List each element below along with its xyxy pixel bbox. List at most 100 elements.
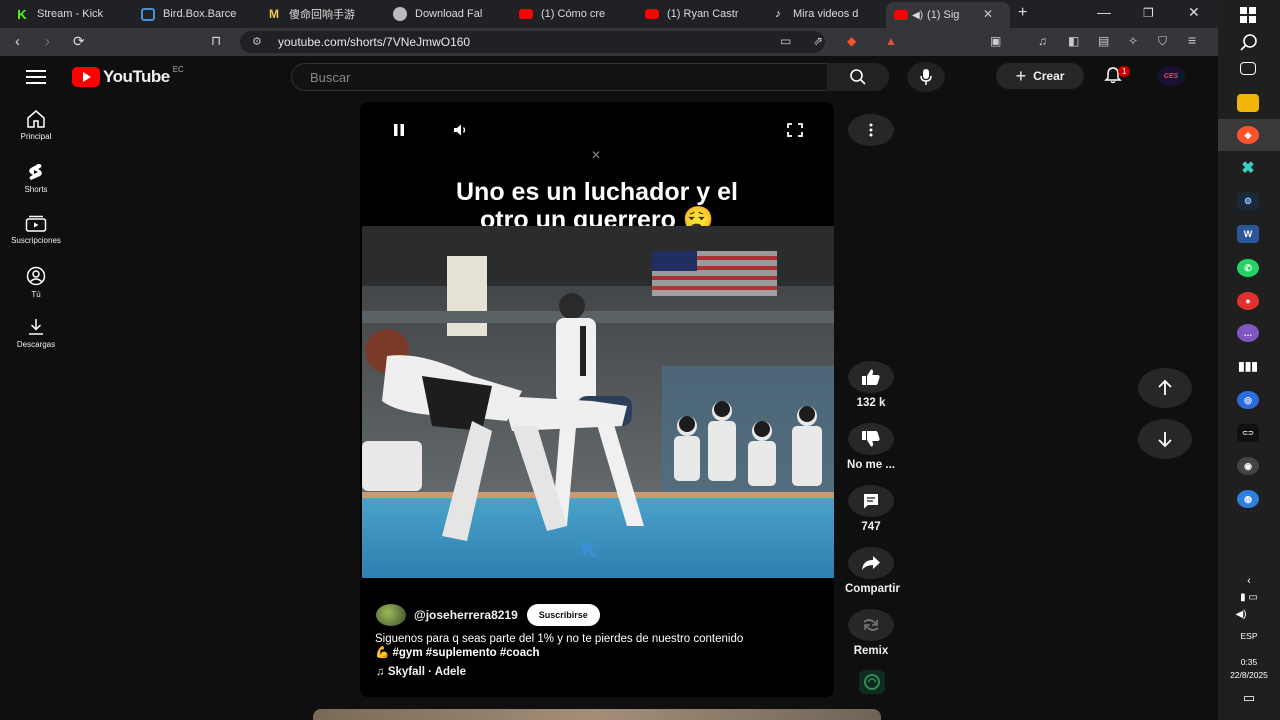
music-icon[interactable]: ♫: [1038, 34, 1047, 48]
browser-toolbar: ‹ › ⟳ ⊓ ⚙ youtube.com/shorts/7VNeJmwO160…: [0, 28, 1218, 56]
video-frame[interactable]: [362, 226, 834, 578]
next-short-preview[interactable]: [313, 709, 881, 720]
volume-icon[interactable]: [453, 123, 469, 137]
dislike-button[interactable]: No me ...: [845, 423, 897, 471]
word-icon[interactable]: W: [1237, 225, 1259, 243]
chat-app-icon[interactable]: …: [1237, 324, 1259, 342]
task-view-icon[interactable]: [1240, 62, 1256, 75]
show-hidden-icons-button[interactable]: ‹: [1218, 575, 1280, 587]
share-button[interactable]: Compartir: [845, 547, 900, 595]
voice-search-button[interactable]: [907, 62, 945, 92]
input-language[interactable]: ESP: [1218, 631, 1280, 641]
sidebar-item-label: Shorts: [24, 185, 48, 194]
youtube-logo[interactable]: YouTube EC: [72, 65, 184, 87]
obs-like-icon[interactable]: ⊂⊃: [1237, 424, 1259, 442]
sound-thumbnail[interactable]: [859, 670, 885, 694]
site-settings-icon[interactable]: ⚙: [252, 35, 262, 48]
vpn-icon[interactable]: ⛉: [1158, 34, 1167, 49]
restore-button[interactable]: ❐: [1143, 6, 1154, 20]
channel-avatar[interactable]: [376, 604, 406, 626]
shorts-player[interactable]: ✕ Uno es un luchador y el otro un guerre…: [360, 102, 834, 697]
recording-app-icon[interactable]: ◉: [1237, 457, 1259, 475]
tab-birdbox[interactable]: Bird.Box.Barce: [141, 3, 245, 25]
close-overlay-icon[interactable]: ✕: [591, 148, 601, 162]
hashtags[interactable]: 💪 #gym #suplemento #coach: [375, 646, 825, 660]
back-button[interactable]: ‹: [15, 33, 20, 50]
bookmark-icon[interactable]: ⊓: [211, 33, 221, 49]
channel-row: @joseherrera8219 Suscribirse: [376, 604, 600, 626]
comments-button[interactable]: 747: [845, 485, 897, 533]
account-avatar[interactable]: CES: [1157, 66, 1185, 86]
hamburger-menu-icon[interactable]: [26, 70, 46, 84]
cast-icon[interactable]: ▭: [780, 34, 791, 48]
notification-center-icon[interactable]: ▭: [1218, 690, 1280, 706]
clock-time[interactable]: 0:35: [1218, 657, 1280, 667]
windows-start-icon[interactable]: [1240, 7, 1256, 23]
microphone-icon: [920, 69, 932, 85]
sidebar-item-subscriptions[interactable]: Suscripciones: [0, 215, 72, 245]
fullscreen-icon[interactable]: [787, 123, 803, 137]
tab-youtube-1[interactable]: (1) Cómo cre: [519, 3, 623, 25]
new-tab-button[interactable]: +: [1018, 4, 1027, 22]
blue-app-icon[interactable]: ◍: [1237, 490, 1259, 508]
minimize-button[interactable]: —: [1097, 4, 1111, 20]
tab-tiktok[interactable]: ♪ Mira videos d: [771, 3, 875, 25]
more-options-button[interactable]: [845, 114, 897, 146]
address-bar[interactable]: ⚙ youtube.com/shorts/7VNeJmwO160: [240, 31, 825, 53]
search-button[interactable]: [827, 63, 889, 91]
close-window-button[interactable]: ✕: [1188, 4, 1200, 21]
sidebar-toggle-icon[interactable]: ▣: [990, 34, 1001, 48]
subscribe-button[interactable]: Suscribirse: [526, 604, 600, 626]
globe-app-icon[interactable]: ◎: [1237, 391, 1259, 409]
tiktok-icon: ♪: [775, 8, 781, 20]
search-input[interactable]: [308, 69, 812, 86]
share-label: Compartir: [845, 583, 900, 595]
sidebar-item-downloads[interactable]: Descargas: [0, 318, 72, 349]
menu-icon[interactable]: ≡: [1188, 32, 1196, 48]
clock-date[interactable]: 22/8/2025: [1218, 670, 1280, 680]
brave-shield-icon[interactable]: ◆: [847, 34, 856, 48]
rewards-icon[interactable]: ▲: [885, 34, 897, 48]
subscribe-label: Suscribirse: [538, 610, 588, 620]
shorts-icon: [29, 164, 42, 180]
create-label: Crear: [1033, 69, 1065, 83]
wallet-icon[interactable]: ▤: [1098, 34, 1109, 48]
audio-app-icon[interactable]: ▮▮▮: [1237, 357, 1259, 375]
channel-name[interactable]: @joseherrera8219: [414, 608, 518, 622]
system-tray-icons[interactable]: ▮ ▭: [1218, 592, 1280, 603]
music-info[interactable]: ♫ Skyfall · Adele: [376, 666, 466, 678]
taskbar-search-icon[interactable]: [1239, 33, 1259, 53]
cross-app-icon[interactable]: ✖: [1237, 159, 1259, 177]
like-button[interactable]: 132 k: [845, 361, 897, 409]
steam-icon[interactable]: ⚙: [1237, 192, 1259, 210]
previous-short-button[interactable]: [1138, 368, 1192, 408]
sidebar-item-you[interactable]: Tú: [0, 266, 72, 299]
video-description[interactable]: Siguenos para q seas parte del 1% y no t…: [375, 632, 825, 660]
video-scene-image: [362, 226, 834, 578]
tab-game[interactable]: M 傻命回响手游: [267, 3, 371, 25]
next-short-button[interactable]: [1138, 419, 1192, 459]
extensions-icon[interactable]: ✧: [1128, 34, 1138, 48]
red-app-icon[interactable]: ●: [1237, 292, 1259, 310]
reload-button[interactable]: ⟳: [73, 33, 85, 50]
sidebar-item-shorts[interactable]: Shorts: [0, 163, 72, 194]
remix-button[interactable]: Remix: [845, 609, 897, 657]
sidebar-item-home[interactable]: Principal: [0, 110, 72, 141]
tab-youtube-2[interactable]: (1) Ryan Castr: [645, 3, 749, 25]
forward-button[interactable]: ›: [45, 33, 50, 50]
sidebar-icon[interactable]: ◧: [1068, 34, 1079, 48]
close-tab-icon[interactable]: ✕: [983, 7, 993, 21]
sidebar-item-label: Principal: [20, 132, 52, 141]
tab-download[interactable]: Download Fal: [393, 3, 497, 25]
create-button[interactable]: + Crear: [996, 63, 1084, 89]
whatsapp-icon[interactable]: ✆: [1237, 259, 1259, 277]
plus-icon: +: [1015, 65, 1027, 86]
tab-label: 傻命回响手游: [289, 9, 355, 21]
tab-kick[interactable]: K Stream - Kick: [15, 3, 119, 25]
pause-icon[interactable]: [392, 123, 406, 137]
tab-label: Bird.Box.Barce: [163, 8, 237, 20]
volume-tray-icon[interactable]: ◀): [1210, 609, 1272, 620]
file-explorer-icon[interactable]: [1237, 94, 1259, 112]
taskbar-active-app[interactable]: ◈: [1218, 119, 1280, 151]
share-icon[interactable]: ⇗: [813, 34, 823, 48]
